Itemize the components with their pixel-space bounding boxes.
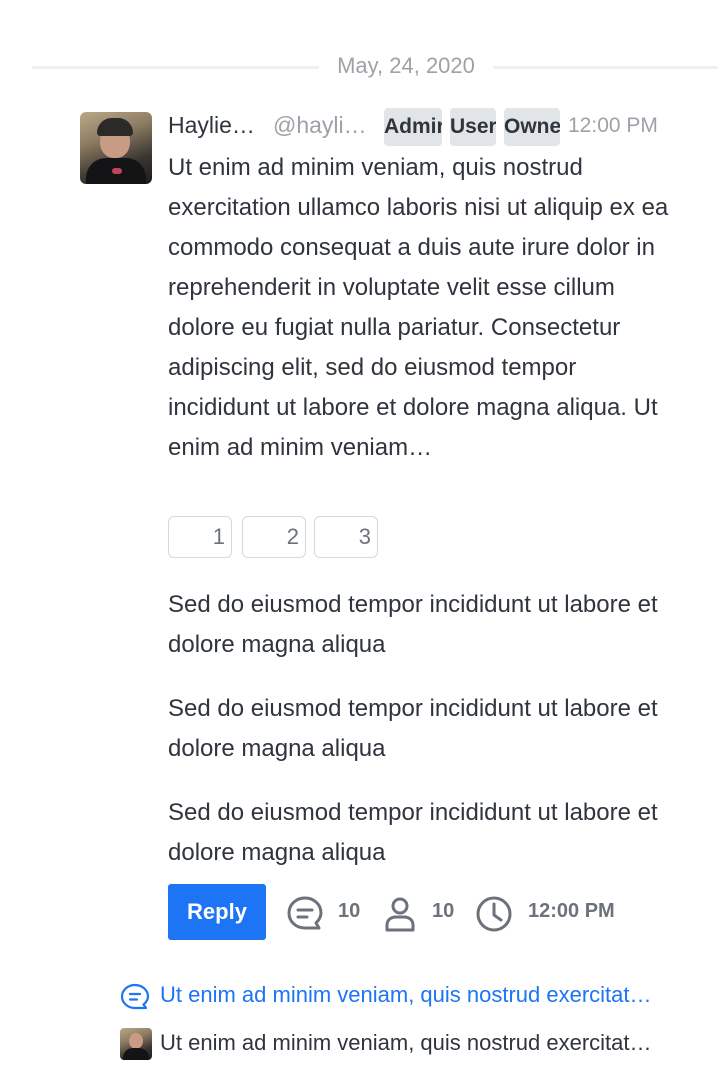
author-username[interactable]: @hayli… (273, 112, 367, 139)
message-paragraph: Sed do eiusmod tempor incididunt ut labo… (168, 799, 658, 866)
last-reply-text[interactable]: Ut enim ad minim veniam, quis nostrud ex… (160, 1030, 652, 1056)
clock-icon (476, 896, 512, 932)
thread-preview-text[interactable]: Ut enim ad minim veniam, quis nostrud ex… (160, 982, 652, 1008)
message-paragraph: Sed do eiusmod tempor incididunt ut labo… (168, 695, 658, 762)
last-reply-time: 12:00 PM (528, 900, 615, 922)
message-body: Ut enim ad minim veniam, quis nostrud ex… (168, 154, 669, 461)
thread-preview[interactable]: Ut enim ad minim veniam, quis nostrud ex… (120, 980, 690, 1012)
message-header: Haylie… @hayli… Admir User Owne 12:00 PM (168, 108, 688, 146)
role-badge-user: User (450, 108, 496, 146)
message-time: 12:00 PM (568, 114, 658, 137)
author-name[interactable]: Haylie… (168, 112, 255, 139)
thread-actions: Reply 10 10 12:00 PM (168, 884, 688, 940)
reply-button[interactable]: Reply (168, 884, 266, 940)
message-paragraph: Sed do eiusmod tempor incididunt ut labo… (168, 591, 658, 658)
reaction-chip[interactable]: 1 (168, 516, 232, 558)
role-badge-admin: Admir (384, 108, 442, 146)
reaction-chip[interactable]: 2 (242, 516, 306, 558)
date-label: May, 24, 2020 (319, 48, 493, 84)
role-badge-owner: Owne (504, 108, 560, 146)
last-reply-preview[interactable]: Ut enim ad minim veniam, quis nostrud ex… (120, 1027, 690, 1061)
reply-avatar (120, 1028, 152, 1060)
user-avatar[interactable] (80, 112, 152, 184)
reaction-chip[interactable]: 3 (314, 516, 378, 558)
thread-icon (120, 983, 150, 1010)
thread-icon (287, 896, 323, 930)
user-icon (385, 897, 415, 932)
participants-count: 10 (432, 900, 455, 922)
replies-count: 10 (338, 900, 361, 922)
date-divider: May, 24, 2020 (32, 48, 718, 84)
